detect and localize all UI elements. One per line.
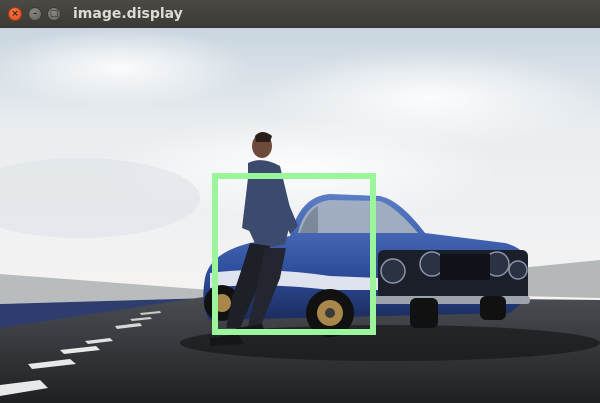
minimize-icon: –: [32, 9, 38, 19]
close-button[interactable]: ×: [8, 7, 22, 21]
maximize-button[interactable]: □: [47, 7, 61, 21]
title-bar[interactable]: × – □ image.display: [0, 0, 600, 29]
maximize-icon: □: [49, 9, 59, 19]
close-icon: ×: [11, 9, 19, 19]
minimize-button[interactable]: –: [28, 7, 42, 21]
app-window: × – □ image.display: [0, 0, 600, 403]
window-title: image.display: [73, 6, 183, 22]
cloud: [0, 28, 250, 108]
image-canvas: [0, 28, 600, 403]
photo-image: [0, 28, 600, 403]
